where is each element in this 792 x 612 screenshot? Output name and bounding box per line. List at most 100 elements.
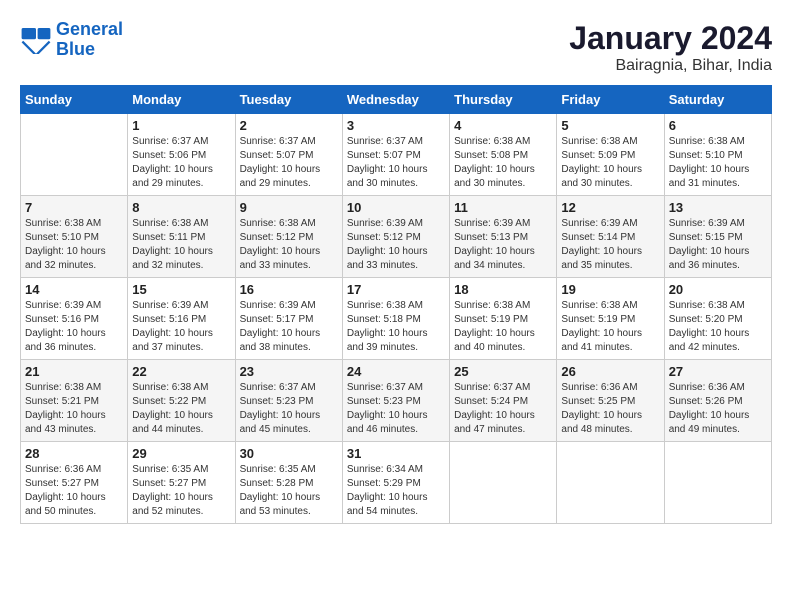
logo: General Blue <box>20 20 123 60</box>
day-number: 17 <box>347 282 445 297</box>
calendar-cell: 12 Sunrise: 6:39 AM Sunset: 5:14 PM Dayli… <box>557 196 664 278</box>
header-friday: Friday <box>557 86 664 114</box>
calendar-cell: 25Sunrise: 6:37 AM Sunset: 5:24 PM Dayli… <box>450 360 557 442</box>
day-info: Sunrise: 6:38 AM Sunset: 5:22 PM Dayligh… <box>132 381 230 437</box>
day-info: Sunrise: 6:38 AM Sunset: 5:08 PM Dayligh… <box>454 135 552 191</box>
day-info: Sunrise: 6:38 AM Sunset: 5:10 PM Dayligh… <box>25 217 123 273</box>
day-number: 19 <box>561 282 659 297</box>
day-number: 13 <box>669 200 767 215</box>
day-info: Sunrise: 6:36 AM Sunset: 5:27 PM Dayligh… <box>25 463 123 519</box>
calendar-week-1: 1 Sunrise: 6:37 AM Sunset: 5:06 PM Daylig… <box>21 114 772 196</box>
calendar-cell: 28Sunrise: 6:36 AM Sunset: 5:27 PM Dayli… <box>21 442 128 524</box>
day-info: Sunrise: 6:35 AM Sunset: 5:28 PM Dayligh… <box>240 463 338 519</box>
calendar-cell: 17 Sunrise: 6:38 AM Sunset: 5:18 PM Dayli… <box>342 278 449 360</box>
header-monday: Monday <box>128 86 235 114</box>
day-info: Sunrise: 6:38 AM Sunset: 5:18 PM Dayligh… <box>347 299 445 355</box>
calendar-cell: 3 Sunrise: 6:37 AM Sunset: 5:07 PM Daylig… <box>342 114 449 196</box>
calendar-cell: 7 Sunrise: 6:38 AM Sunset: 5:10 PM Daylig… <box>21 196 128 278</box>
calendar-cell: 20 Sunrise: 6:38 AM Sunset: 5:20 PM Dayli… <box>664 278 771 360</box>
logo-line1: General <box>56 19 123 39</box>
day-number: 8 <box>132 200 230 215</box>
calendar-cell: 29 Sunrise: 6:35 AM Sunset: 5:27 PM Dayli… <box>128 442 235 524</box>
calendar-cell <box>450 442 557 524</box>
calendar-cell: 8 Sunrise: 6:38 AM Sunset: 5:11 PM Daylig… <box>128 196 235 278</box>
calendar-cell: 16Sunrise: 6:39 AM Sunset: 5:17 PM Dayli… <box>235 278 342 360</box>
calendar-cell <box>557 442 664 524</box>
calendar-cell: 22 Sunrise: 6:38 AM Sunset: 5:22 PM Dayli… <box>128 360 235 442</box>
calendar-cell: 15Sunrise: 6:39 AM Sunset: 5:16 PM Dayli… <box>128 278 235 360</box>
calendar-cell: 21Sunrise: 6:38 AM Sunset: 5:21 PM Dayli… <box>21 360 128 442</box>
calendar-cell: 26 Sunrise: 6:36 AM Sunset: 5:25 PM Dayli… <box>557 360 664 442</box>
day-number: 6 <box>669 118 767 133</box>
calendar-cell: 4 Sunrise: 6:38 AM Sunset: 5:08 PM Daylig… <box>450 114 557 196</box>
day-number: 14 <box>25 282 123 297</box>
calendar-week-5: 28Sunrise: 6:36 AM Sunset: 5:27 PM Dayli… <box>21 442 772 524</box>
day-info: Sunrise: 6:38 AM Sunset: 5:09 PM Dayligh… <box>561 135 659 191</box>
day-info: Sunrise: 6:38 AM Sunset: 5:10 PM Dayligh… <box>669 135 767 191</box>
logo-line2: Blue <box>56 39 95 59</box>
day-number: 31 <box>347 446 445 461</box>
day-info: Sunrise: 6:39 AM Sunset: 5:15 PM Dayligh… <box>669 217 767 273</box>
day-info: Sunrise: 6:37 AM Sunset: 5:24 PM Dayligh… <box>454 381 552 437</box>
title-area: January 2024 Bairagnia, Bihar, India <box>569 20 772 75</box>
day-info: Sunrise: 6:36 AM Sunset: 5:25 PM Dayligh… <box>561 381 659 437</box>
day-number: 5 <box>561 118 659 133</box>
day-info: Sunrise: 6:38 AM Sunset: 5:19 PM Dayligh… <box>561 299 659 355</box>
header-thursday: Thursday <box>450 86 557 114</box>
day-number: 23 <box>240 364 338 379</box>
day-number: 7 <box>25 200 123 215</box>
calendar-cell: 5 Sunrise: 6:38 AM Sunset: 5:09 PM Daylig… <box>557 114 664 196</box>
calendar-subtitle: Bairagnia, Bihar, India <box>569 57 772 75</box>
calendar-cell: 1 Sunrise: 6:37 AM Sunset: 5:06 PM Daylig… <box>128 114 235 196</box>
day-number: 4 <box>454 118 552 133</box>
day-number: 1 <box>132 118 230 133</box>
header-tuesday: Tuesday <box>235 86 342 114</box>
day-number: 3 <box>347 118 445 133</box>
day-info: Sunrise: 6:37 AM Sunset: 5:23 PM Dayligh… <box>347 381 445 437</box>
calendar-cell <box>21 114 128 196</box>
day-number: 12 <box>561 200 659 215</box>
calendar-cell: 18Sunrise: 6:38 AM Sunset: 5:19 PM Dayli… <box>450 278 557 360</box>
calendar-cell: 2Sunrise: 6:37 AM Sunset: 5:07 PM Daylig… <box>235 114 342 196</box>
day-number: 10 <box>347 200 445 215</box>
day-info: Sunrise: 6:38 AM Sunset: 5:20 PM Dayligh… <box>669 299 767 355</box>
calendar-body: 1 Sunrise: 6:37 AM Sunset: 5:06 PM Daylig… <box>21 114 772 524</box>
day-number: 29 <box>132 446 230 461</box>
day-info: Sunrise: 6:39 AM Sunset: 5:16 PM Dayligh… <box>25 299 123 355</box>
calendar-title: January 2024 <box>569 20 772 57</box>
day-number: 11 <box>454 200 552 215</box>
calendar-cell: 13 Sunrise: 6:39 AM Sunset: 5:15 PM Dayli… <box>664 196 771 278</box>
day-info: Sunrise: 6:39 AM Sunset: 5:14 PM Dayligh… <box>561 217 659 273</box>
day-info: Sunrise: 6:38 AM Sunset: 5:11 PM Dayligh… <box>132 217 230 273</box>
day-number: 2 <box>240 118 338 133</box>
calendar-cell: 11 Sunrise: 6:39 AM Sunset: 5:13 PM Dayli… <box>450 196 557 278</box>
day-info: Sunrise: 6:34 AM Sunset: 5:29 PM Dayligh… <box>347 463 445 519</box>
day-info: Sunrise: 6:37 AM Sunset: 5:06 PM Dayligh… <box>132 135 230 191</box>
page-header: General Blue January 2024 Bairagnia, Bih… <box>20 20 772 75</box>
day-info: Sunrise: 6:36 AM Sunset: 5:26 PM Dayligh… <box>669 381 767 437</box>
day-info: Sunrise: 6:35 AM Sunset: 5:27 PM Dayligh… <box>132 463 230 519</box>
calendar-header: Sunday Monday Tuesday Wednesday Thursday… <box>21 86 772 114</box>
day-info: Sunrise: 6:37 AM Sunset: 5:07 PM Dayligh… <box>347 135 445 191</box>
day-number: 27 <box>669 364 767 379</box>
calendar-cell: 27 Sunrise: 6:36 AM Sunset: 5:26 PM Dayli… <box>664 360 771 442</box>
calendar-week-3: 14 Sunrise: 6:39 AM Sunset: 5:16 PM Dayli… <box>21 278 772 360</box>
calendar-week-4: 21Sunrise: 6:38 AM Sunset: 5:21 PM Dayli… <box>21 360 772 442</box>
logo-icon <box>20 26 52 54</box>
day-info: Sunrise: 6:39 AM Sunset: 5:13 PM Dayligh… <box>454 217 552 273</box>
calendar-cell: 24 Sunrise: 6:37 AM Sunset: 5:23 PM Dayli… <box>342 360 449 442</box>
day-info: Sunrise: 6:39 AM Sunset: 5:17 PM Dayligh… <box>240 299 338 355</box>
header-row: Sunday Monday Tuesday Wednesday Thursday… <box>21 86 772 114</box>
day-number: 26 <box>561 364 659 379</box>
day-number: 20 <box>669 282 767 297</box>
header-saturday: Saturday <box>664 86 771 114</box>
day-number: 22 <box>132 364 230 379</box>
day-info: Sunrise: 6:38 AM Sunset: 5:21 PM Dayligh… <box>25 381 123 437</box>
calendar-table: Sunday Monday Tuesday Wednesday Thursday… <box>20 85 772 524</box>
day-info: Sunrise: 6:39 AM Sunset: 5:12 PM Dayligh… <box>347 217 445 273</box>
calendar-cell: 31 Sunrise: 6:34 AM Sunset: 5:29 PM Dayli… <box>342 442 449 524</box>
day-info: Sunrise: 6:38 AM Sunset: 5:12 PM Dayligh… <box>240 217 338 273</box>
calendar-cell <box>664 442 771 524</box>
logo-text: General Blue <box>56 20 123 60</box>
day-number: 24 <box>347 364 445 379</box>
